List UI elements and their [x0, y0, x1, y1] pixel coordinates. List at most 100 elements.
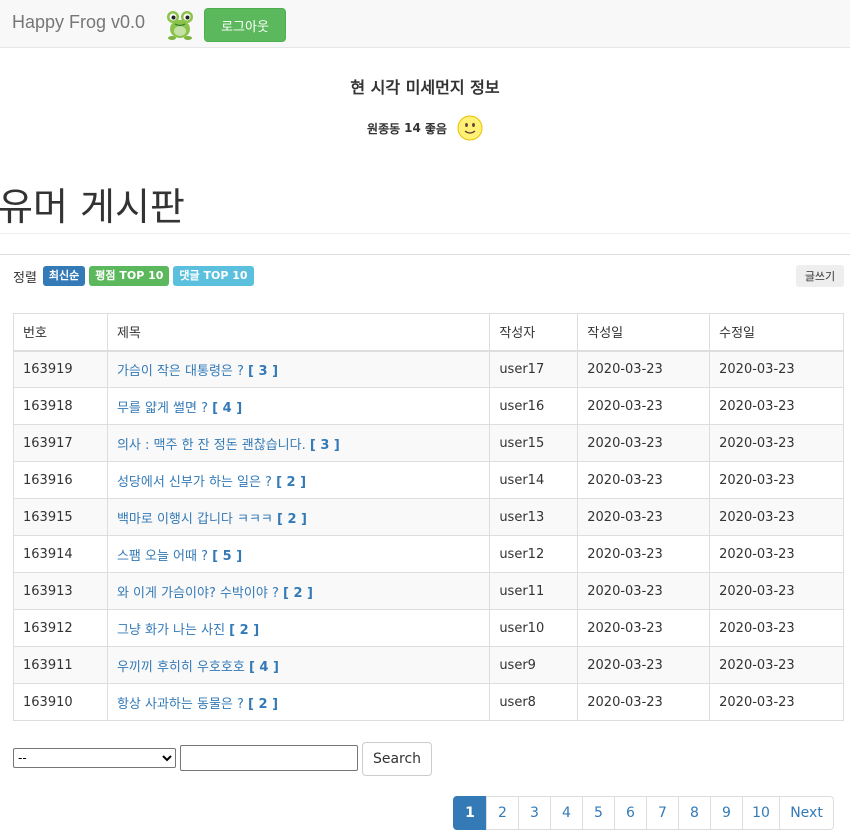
post-updated-date: 2020-03-23	[709, 387, 844, 425]
post-title-cell: 백마로 이행시 갑니다 ㅋㅋㅋ [ 2 ]	[106, 498, 491, 536]
logout-button[interactable]: 로그아웃	[204, 8, 286, 42]
comment-count: [ 2 ]	[248, 696, 279, 712]
post-number: 163914	[13, 535, 108, 573]
sort-bar: 정렬 최신순 평점 TOP 10 댓글 TOP 10	[13, 265, 254, 287]
column-header-updated: 수정일	[709, 313, 844, 352]
column-header-author: 작성자	[489, 313, 579, 352]
table-row: 163912 그냥 화가 나는 사진 [ 2 ] user10 2020-03-23 2…	[13, 609, 844, 647]
frog-logo-icon	[167, 11, 193, 40]
next-page-link[interactable]: Next	[779, 796, 834, 830]
post-title-cell: 우끼끼 후히히 우호호호 [ 4 ]	[106, 646, 491, 684]
search-button[interactable]: Search	[362, 742, 432, 776]
post-updated-date: 2020-03-23	[709, 424, 844, 462]
post-number: 163913	[13, 572, 108, 610]
post-number: 163917	[13, 424, 108, 462]
post-number: 163915	[13, 498, 108, 536]
sort-comments-top10-button[interactable]: 댓글 TOP 10	[173, 266, 254, 286]
search-input[interactable]	[180, 745, 358, 771]
comment-count: [ 2 ]	[277, 511, 307, 527]
write-post-button[interactable]: 글쓰기	[796, 265, 844, 287]
post-created-date: 2020-03-23	[577, 350, 711, 388]
post-author: user17	[489, 350, 579, 388]
post-author: user9	[489, 646, 579, 684]
brand-link[interactable]: Happy Frog v0.0	[12, 12, 145, 33]
post-title-link[interactable]: 항상 사과하는 동물은 ?	[117, 697, 244, 712]
post-number: 163918	[13, 387, 108, 425]
comment-count: [ 4 ]	[212, 400, 243, 416]
post-created-date: 2020-03-23	[577, 498, 711, 536]
post-created-date: 2020-03-23	[577, 424, 711, 462]
table-row: 163919 가슴이 작은 대통령은 ? [ 3 ] user17 2020-03-2…	[13, 350, 844, 388]
page-link-5[interactable]: 5	[582, 796, 615, 830]
post-title-link[interactable]: 백마로 이행시 갑니다 ㅋㅋㅋ	[117, 512, 273, 527]
dust-value: 14	[404, 121, 421, 135]
post-title-link[interactable]: 우끼끼 후히히 우호호호	[117, 660, 245, 675]
comment-count: [ 2 ]	[229, 622, 260, 638]
post-created-date: 2020-03-23	[577, 683, 711, 721]
page-link-9[interactable]: 9	[710, 796, 743, 830]
post-number: 163919	[13, 350, 108, 388]
page-link-3[interactable]: 3	[518, 796, 551, 830]
post-updated-date: 2020-03-23	[709, 350, 844, 388]
post-number: 163916	[13, 461, 108, 499]
post-author: user13	[489, 498, 579, 536]
post-updated-date: 2020-03-23	[709, 646, 844, 684]
post-title-link[interactable]: 의사 : 맥주 한 잔 정돈 괜찮습니다.	[117, 438, 306, 453]
comment-count: [ 2 ]	[276, 474, 307, 490]
post-title-cell: 성당에서 신부가 하는 일은 ? [ 2 ]	[106, 461, 491, 499]
post-author: user8	[489, 683, 579, 721]
post-updated-date: 2020-03-23	[709, 498, 844, 536]
post-title-link[interactable]: 와 이게 가슴이야? 수박이야 ?	[117, 586, 279, 601]
post-title-link[interactable]: 무를 얇게 썰면 ?	[117, 401, 208, 416]
post-number: 163912	[13, 609, 108, 647]
dust-info: 원종동 14 좋음	[0, 115, 850, 141]
post-table: 번호 제목 작성자 작성일 수정일 163919 가슴이 작은 대통령은 ? [ …	[13, 313, 844, 721]
page-link-8[interactable]: 8	[678, 796, 711, 830]
page-link-6[interactable]: 6	[614, 796, 647, 830]
page-link-7[interactable]: 7	[646, 796, 679, 830]
post-title-cell: 무를 얇게 썰면 ? [ 4 ]	[106, 387, 491, 425]
post-author: user12	[489, 535, 579, 573]
navbar: Happy Frog v0.0 로그아웃	[0, 0, 850, 48]
post-author: user15	[489, 424, 579, 462]
sort-rating-top10-button[interactable]: 평점 TOP 10	[89, 266, 170, 286]
post-updated-date: 2020-03-23	[709, 461, 844, 499]
post-created-date: 2020-03-23	[577, 646, 711, 684]
page-link-2[interactable]: 2	[486, 796, 519, 830]
page-link-4[interactable]: 4	[550, 796, 583, 830]
post-title-cell: 그냥 화가 나는 사진 [ 2 ]	[106, 609, 491, 647]
search-type-select[interactable]: --	[13, 748, 176, 768]
comment-count: [ 3 ]	[309, 437, 340, 453]
post-title-link[interactable]: 가슴이 작은 대통령은 ?	[117, 364, 244, 379]
divider	[0, 254, 850, 255]
table-header-row: 번호 제목 작성자 작성일 수정일	[13, 313, 844, 352]
table-row: 163917 의사 : 맥주 한 잔 정돈 괜찮습니다. [ 3 ] user15 2…	[13, 424, 844, 462]
page-link-10[interactable]: 10	[742, 796, 780, 830]
post-created-date: 2020-03-23	[577, 535, 711, 573]
post-author: user11	[489, 572, 579, 610]
post-title-link[interactable]: 스팸 오늘 어때 ?	[117, 549, 208, 564]
post-author: user10	[489, 609, 579, 647]
post-title-cell: 의사 : 맥주 한 잔 정돈 괜찮습니다. [ 3 ]	[106, 424, 491, 462]
post-number: 163911	[13, 646, 108, 684]
column-header-number: 번호	[13, 313, 108, 352]
sort-latest-button[interactable]: 최신순	[42, 266, 86, 286]
post-created-date: 2020-03-23	[577, 387, 711, 425]
post-updated-date: 2020-03-23	[709, 683, 844, 721]
comment-count: [ 3 ]	[248, 363, 279, 379]
post-title-cell: 가슴이 작은 대통령은 ? [ 3 ]	[106, 350, 491, 388]
table-row: 163915 백마로 이행시 갑니다 ㅋㅋㅋ [ 2 ] user13 2020-03…	[13, 498, 844, 536]
post-author: user14	[489, 461, 579, 499]
post-number: 163910	[13, 683, 108, 721]
page-link-1[interactable]: 1	[453, 796, 487, 830]
post-title-link[interactable]: 그냥 화가 나는 사진	[117, 623, 225, 638]
post-updated-date: 2020-03-23	[709, 572, 844, 610]
comment-count: [ 5 ]	[212, 548, 243, 564]
sort-label: 정렬	[13, 270, 37, 286]
table-row: 163918 무를 얇게 썰면 ? [ 4 ] user16 2020-03-23 20…	[13, 387, 844, 425]
post-title-link[interactable]: 성당에서 신부가 하는 일은 ?	[117, 475, 272, 490]
pagination: 1 2 3 4 5 6 7 8 9 10 Next	[453, 796, 834, 830]
dust-info-title: 현 시각 미세먼지 정보	[350, 78, 500, 97]
post-title-cell: 와 이게 가슴이야? 수박이야 ? [ 2 ]	[106, 572, 491, 610]
table-row: 163914 스팸 오늘 어때 ? [ 5 ] user12 2020-03-23 20…	[13, 535, 844, 573]
